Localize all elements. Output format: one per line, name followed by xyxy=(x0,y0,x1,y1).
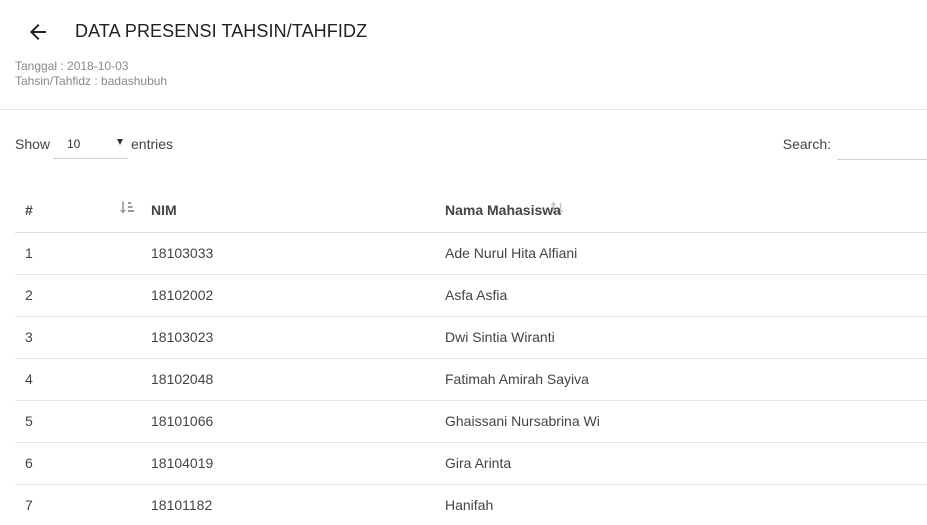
cell-nama: Fatimah Amirah Sayiva xyxy=(445,358,927,401)
search-input[interactable] xyxy=(837,130,927,160)
cell-nama: Asfa Asfia xyxy=(445,274,927,317)
cell-number: 6 xyxy=(15,442,151,485)
column-header-number[interactable]: # xyxy=(15,189,151,233)
table-row: 2 18102002 Asfa Asfia xyxy=(15,274,927,317)
table-row: 7 18101182 Hanifah xyxy=(15,484,927,525)
table-header-row: # NIM Nama Mahasiswa xyxy=(15,189,927,233)
table-row: 1 18103033 Ade Nurul Hita Alfiani xyxy=(15,232,927,275)
column-label-nama: Nama Mahasiswa xyxy=(445,202,561,219)
cell-number: 3 xyxy=(15,316,151,359)
table-row: 4 18102048 Fatimah Amirah Sayiva xyxy=(15,358,927,401)
entries-length-select[interactable]: 10 xyxy=(53,128,128,159)
cell-nim: 18101066 xyxy=(151,400,445,443)
column-header-nim[interactable]: NIM xyxy=(151,189,564,233)
page-header: DATA PRESENSI TAHSIN/TAHFIDZ Tanggal : 2… xyxy=(0,0,927,110)
cell-number: 1 xyxy=(15,232,151,275)
cell-nama: Hanifah xyxy=(445,484,927,525)
table-row: 3 18103023 Dwi Sintia Wiranti xyxy=(15,316,927,359)
search-label: Search: xyxy=(782,136,831,152)
cell-nama: Ghaissani Nursabrina Wi xyxy=(445,400,927,443)
entries-length-value: 10 xyxy=(67,137,81,151)
cell-nim: 18104019 xyxy=(151,442,445,485)
column-header-nama[interactable]: Nama Mahasiswa xyxy=(445,189,927,233)
cell-nama: Dwi Sintia Wiranti xyxy=(445,316,927,359)
cell-nim: 18103023 xyxy=(151,316,445,359)
presensi-table: # NIM Nama Mahasiswa 1 18103033 Ade Nuru… xyxy=(15,189,927,525)
cell-nim: 18103033 xyxy=(151,232,445,275)
caret-down-icon xyxy=(117,139,123,145)
cell-nama: Ade Nurul Hita Alfiani xyxy=(445,232,927,275)
cell-nim: 18102048 xyxy=(151,358,445,401)
table-controls: Show 10 entries Search: xyxy=(15,128,927,162)
entries-label: entries xyxy=(131,136,174,152)
back-arrow-icon[interactable] xyxy=(26,20,50,44)
cell-number: 2 xyxy=(15,274,151,317)
show-label: Show xyxy=(15,136,51,152)
cell-nim: 18101182 xyxy=(151,484,445,525)
cell-number: 7 xyxy=(15,484,151,525)
cell-nim: 18102002 xyxy=(151,274,445,317)
cell-nama: Gira Arinta xyxy=(445,442,927,485)
page-title: DATA PRESENSI TAHSIN/TAHFIDZ xyxy=(75,21,368,41)
column-label-number: # xyxy=(25,202,33,219)
cell-number: 4 xyxy=(15,358,151,401)
page-meta: Tanggal : 2018-10-03 Tahsin/Tahfidz : ba… xyxy=(15,59,167,89)
cell-number: 5 xyxy=(15,400,151,443)
table-row: 5 18101066 Ghaissani Nursabrina Wi xyxy=(15,400,927,443)
date-line: Tanggal : 2018-10-03 xyxy=(15,59,129,73)
table-row: 6 18104019 Gira Arinta xyxy=(15,442,927,485)
group-line: Tahsin/Tahfidz : badashubuh xyxy=(15,74,168,88)
sort-ascending-icon[interactable] xyxy=(119,200,135,216)
column-label-nim: NIM xyxy=(151,202,177,219)
